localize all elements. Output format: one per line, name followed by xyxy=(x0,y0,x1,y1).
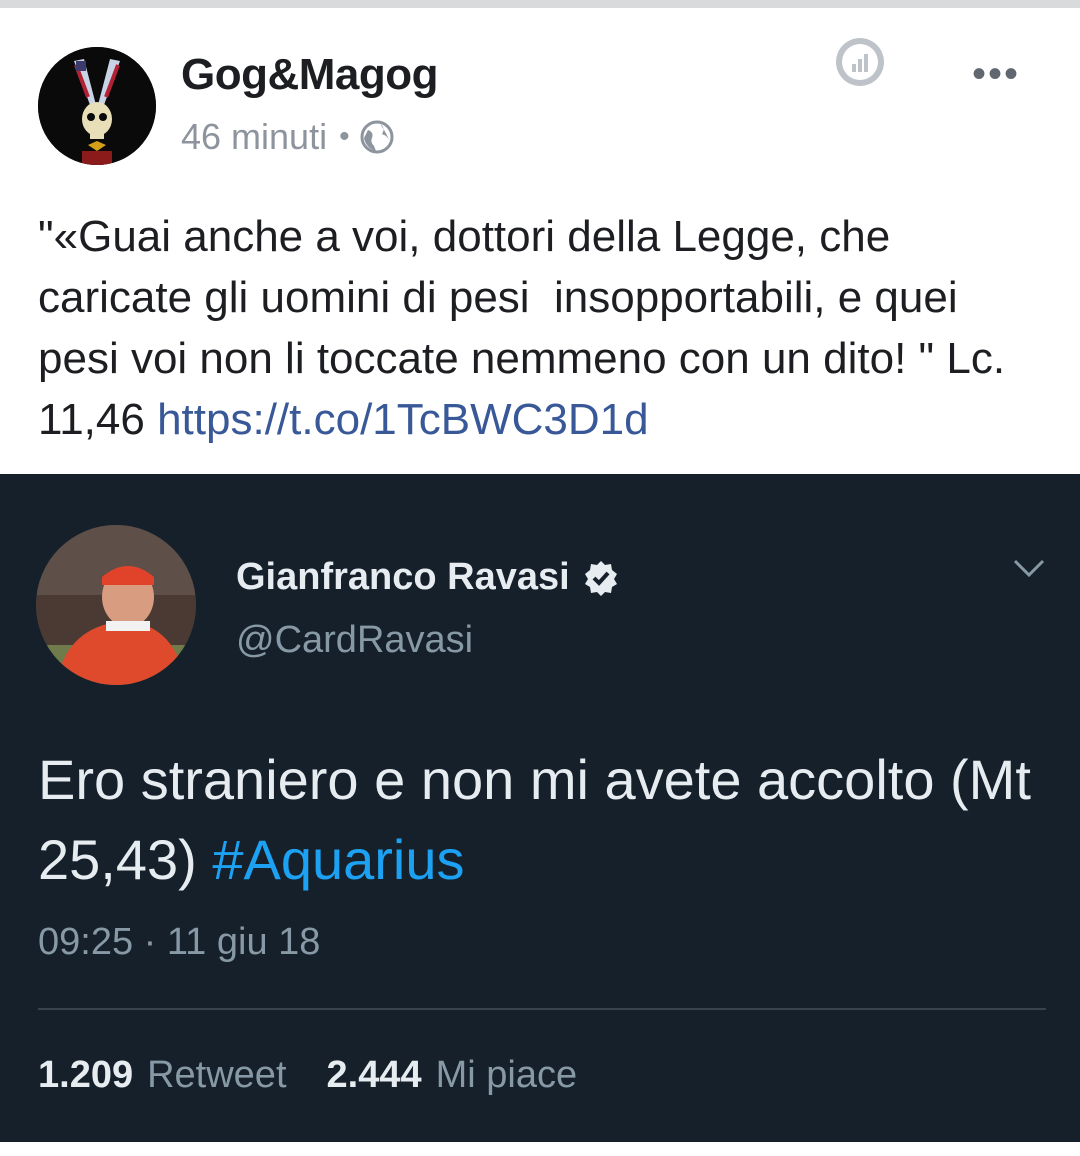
retweet-count: 1.209 xyxy=(38,1054,134,1096)
top-divider-bar xyxy=(0,0,1080,8)
tweet-author-handle: @CardRavasi xyxy=(236,619,474,661)
tweet-text: Ero straniero e non mi avete accolto (Mt… xyxy=(38,740,1038,900)
post-time[interactable]: 46 minuti xyxy=(181,116,327,158)
cardinal-photo xyxy=(36,525,196,685)
chevron-down-icon xyxy=(1013,559,1045,578)
post-author-name[interactable]: Gog&Magog xyxy=(181,50,439,100)
post-link[interactable]: https://t.co/1TcBWC3D1d xyxy=(157,395,649,444)
tweet-bottom-border xyxy=(0,1142,1080,1156)
like-count: 2.444 xyxy=(326,1054,422,1096)
bar-chart-glyph xyxy=(842,44,878,80)
globe-icon xyxy=(360,120,394,154)
post-meta: 46 minuti • xyxy=(181,116,394,158)
tweet-timestamp: 09:25 · 11 giu 18 xyxy=(38,921,321,963)
tweet-text-body: Ero straniero e non mi avete accolto (Mt… xyxy=(38,748,1031,891)
like-label: Mi piace xyxy=(435,1054,578,1096)
verified-badge-icon xyxy=(584,560,617,596)
tweet-author-name: Gianfranco Ravasi xyxy=(236,556,620,599)
author-avatar[interactable] xyxy=(38,47,156,165)
tweet-divider xyxy=(38,1008,1046,1010)
tweet-stats: 1.209 Retweet 2.444 Mi piace xyxy=(38,1054,577,1097)
meta-separator: • xyxy=(339,120,350,153)
tweet-author-avatar xyxy=(36,525,196,685)
post-text: "«Guai anche a voi, dottori della Legge,… xyxy=(38,206,1048,450)
skull-avatar-image xyxy=(38,47,156,165)
tweet-author-name-text: Gianfranco Ravasi xyxy=(236,556,570,598)
tweet-hashtag: #Aquarius xyxy=(212,828,465,891)
retweet-label: Retweet xyxy=(147,1054,287,1096)
bar-chart-icon[interactable] xyxy=(836,38,884,86)
stats-gap xyxy=(287,1054,327,1097)
ellipsis-icon[interactable]: ••• xyxy=(972,52,1020,97)
